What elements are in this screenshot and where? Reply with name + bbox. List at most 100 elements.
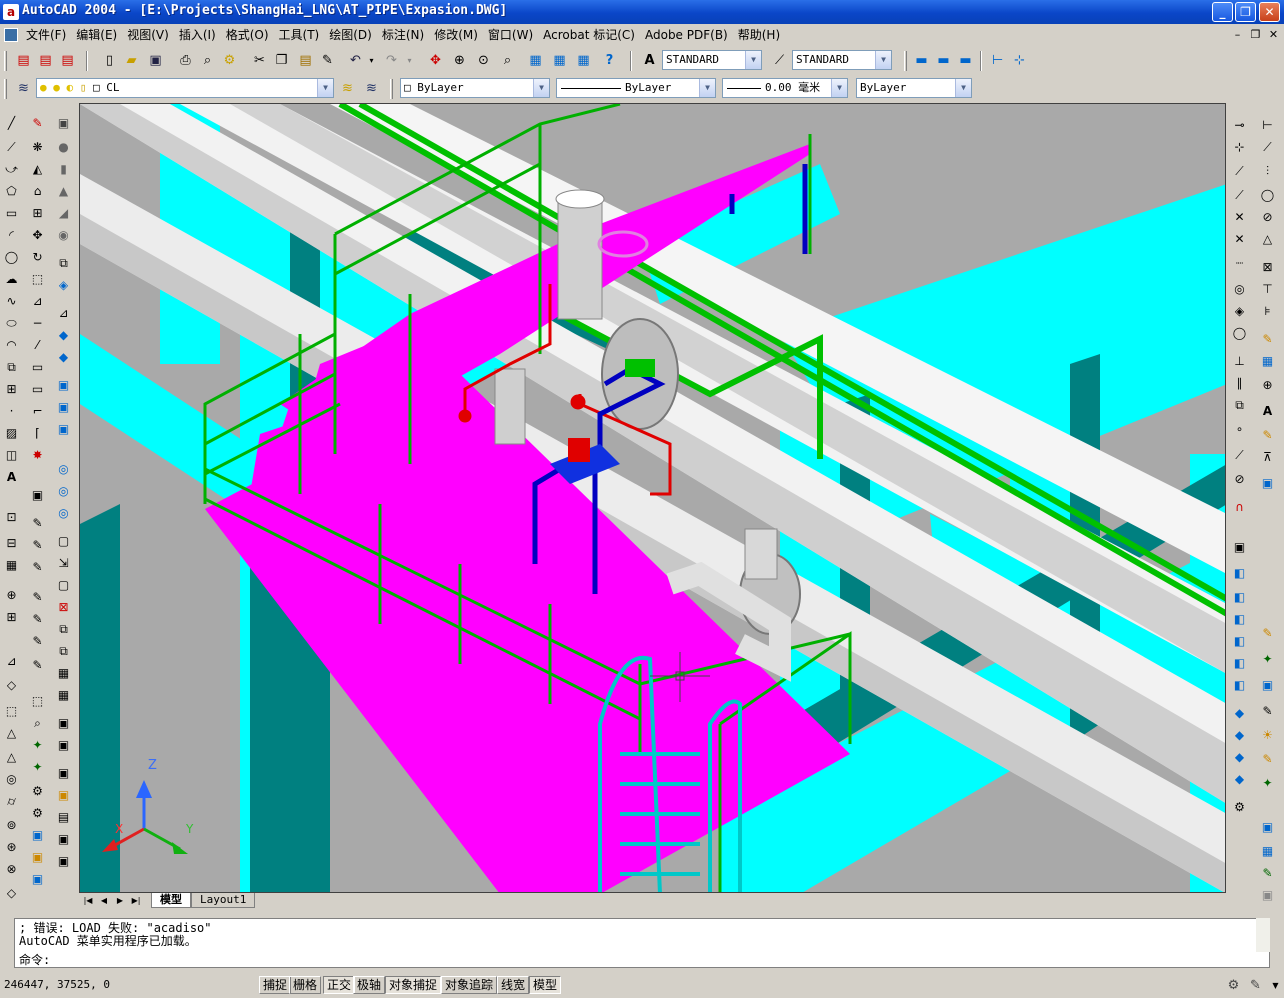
redo-icon[interactable]: ↷ (382, 51, 401, 70)
dim-linear-right-icon[interactable]: ⊢ (1258, 115, 1277, 134)
break-point-icon[interactable]: ▭ (28, 379, 47, 398)
tolerance-icon[interactable]: ▦ (1258, 351, 1277, 370)
dim-radius-icon[interactable]: ◯ (1258, 185, 1277, 204)
snap-toggle[interactable]: 捕捉 (259, 976, 292, 994)
document-icon[interactable] (4, 28, 18, 42)
interfere-icon[interactable]: ◇ (2, 883, 21, 902)
tab-model[interactable]: 模型 (151, 893, 191, 908)
plotstyle-combo[interactable]: ByLayer ▼ (856, 78, 972, 98)
view-nw-right-icon[interactable]: ◆ (1230, 769, 1249, 788)
background-icon[interactable]: ⚙ (28, 803, 47, 822)
menu-view[interactable]: 视图(V) (125, 27, 177, 43)
menu-draw[interactable]: 绘图(D) (327, 27, 380, 43)
text-style-combo[interactable]: STANDARD ▼ (662, 50, 762, 70)
dim-ordinate-icon[interactable]: ⫶ (1258, 161, 1277, 180)
ucs-icon[interactable]: ⊿ (2, 651, 21, 670)
explode-icon[interactable]: ✸ (28, 445, 47, 464)
osnap-perpendicular-icon[interactable]: ⊥ (1230, 351, 1249, 370)
chevron-down-icon[interactable]: ▼ (533, 79, 549, 97)
tab-layout1[interactable]: Layout1 (191, 893, 256, 908)
sphere-icon[interactable]: ● (54, 137, 73, 156)
new-file-icon[interactable]: ▯ (100, 51, 119, 70)
dim-continue-icon[interactable]: ⊧ (1258, 301, 1277, 320)
view-right-right-icon[interactable]: ◧ (1230, 631, 1249, 650)
edit-text-icon[interactable]: ✎ (28, 557, 47, 576)
title-bar[interactable]: a AutoCAD 2004 - [E:\Projects\ShangHai_L… (0, 0, 1284, 24)
extrude-icon[interactable]: ⊛ (2, 837, 21, 856)
wireframe-icon[interactable]: ▣ (54, 763, 73, 782)
linetype-combo[interactable]: ByLayer ▼ (556, 78, 716, 98)
print-icon[interactable]: ⎙ (176, 51, 195, 70)
chevron-down-icon[interactable]: ▼ (699, 79, 715, 97)
edit-attribute-icon[interactable]: ✎ (28, 609, 47, 628)
shade-icon[interactable]: ◈ (54, 275, 73, 294)
render-icon[interactable]: ✎ (28, 655, 47, 674)
dim-style-icon[interactable]: ⟋ (770, 51, 789, 70)
osnap-quadrant-icon[interactable]: ◈ (1230, 301, 1249, 320)
polar-toggle[interactable]: 极轴 (353, 976, 386, 994)
edit-spline-icon[interactable]: ✎ (28, 535, 47, 554)
render-prefs-icon[interactable]: ▣ (28, 869, 47, 888)
fillet-icon[interactable]: ⌈ (28, 423, 47, 442)
monitor-icon[interactable]: ▣ (1258, 817, 1277, 836)
menu-file[interactable]: 文件(F) (24, 27, 74, 43)
layer-manager-icon[interactable]: ≋ (14, 79, 33, 98)
maximize-button[interactable]: ❐ (1235, 2, 1256, 22)
match-properties-icon[interactable]: ✎ (318, 51, 337, 70)
revolve-icon[interactable]: ⊚ (2, 815, 21, 834)
view-top-icon[interactable]: ◎ (54, 459, 73, 478)
pdf-icon[interactable]: ▤ (14, 51, 33, 70)
first-tab-icon[interactable]: |◀ (81, 894, 95, 908)
flat-shaded-icon[interactable]: ▣ (54, 713, 73, 732)
cone-icon[interactable]: ▲ (54, 181, 73, 200)
center-mark-icon[interactable]: ⊕ (1258, 375, 1277, 394)
camera-right-icon[interactable]: ⚙ (1230, 797, 1249, 816)
properties-icon[interactable]: ▦ (526, 51, 545, 70)
chamfer-icon[interactable]: ⌐ (28, 401, 47, 420)
quick-leader-icon[interactable]: ✎ (1258, 329, 1277, 348)
chevron-down-icon[interactable]: ▼ (955, 79, 971, 97)
autocad-app-icon[interactable]: a (3, 4, 19, 20)
tools-right-icon[interactable]: ✎ (1258, 701, 1277, 720)
open-folder-icon[interactable]: ▰ (122, 51, 141, 70)
dim-aligned-icon[interactable]: ▬ (934, 51, 953, 70)
section-icon[interactable]: ⊿ (54, 303, 73, 322)
toolbar-grip[interactable] (904, 51, 907, 71)
plot-right-icon[interactable]: ▣ (1258, 885, 1277, 904)
command-prompt[interactable]: 命令: (19, 954, 50, 967)
circle-icon[interactable]: ◯ (2, 247, 21, 266)
trim-icon[interactable]: − (28, 313, 47, 332)
camera-icon[interactable]: ▦ (54, 685, 73, 704)
rotate-icon[interactable]: ↻ (28, 247, 47, 266)
cut-icon[interactable]: ✂ (250, 51, 269, 70)
osnap-apparent-icon[interactable]: ✕ (1230, 229, 1249, 248)
osnap-toggle[interactable]: 对象捕捉 (385, 976, 442, 994)
grid-toggle[interactable]: 栅格 (289, 976, 322, 994)
slice-icon[interactable]: ⊗ (2, 859, 21, 878)
erase-icon[interactable]: ✎ (28, 113, 47, 132)
view-top-right-icon[interactable]: ◧ (1230, 563, 1249, 582)
chart-icon[interactable]: ▦ (1258, 841, 1277, 860)
shell-icon[interactable]: ▣ (54, 419, 73, 438)
dim-aligned-right-icon[interactable]: ⟋ (1258, 137, 1277, 156)
layer-previous-icon[interactable]: ≋ (362, 79, 381, 98)
solid-cone-icon[interactable]: △ (2, 723, 21, 742)
torus-solid-icon[interactable]: ◉ (54, 225, 73, 244)
pdf-icon-2[interactable]: ▤ (36, 51, 55, 70)
line-icon[interactable]: ╱ (2, 113, 21, 132)
close-button[interactable]: ✕ (1259, 2, 1280, 22)
construction-line-icon[interactable]: ⟋ (2, 137, 21, 156)
gouraud-icon[interactable]: ▣ (54, 735, 73, 754)
tool-palettes-icon[interactable]: ▦ (574, 51, 593, 70)
torus-icon[interactable]: ◎ (2, 769, 21, 788)
zoom-realtime-icon[interactable]: ⊕ (450, 51, 469, 70)
copy-icon[interactable]: ❐ (272, 51, 291, 70)
view-left-right-icon[interactable]: ◧ (1230, 609, 1249, 628)
osnap-nearest-icon[interactable]: ⟋ (1230, 445, 1249, 464)
spline-icon[interactable]: ∿ (2, 291, 21, 310)
stretch-icon[interactable]: ⊿ (28, 291, 47, 310)
osnap-center-icon[interactable]: ◎ (1230, 279, 1249, 298)
list-icon[interactable]: ▦ (2, 555, 21, 574)
extend-icon[interactable]: ⁄ (28, 335, 47, 354)
print-preview-icon[interactable]: ⌕ (198, 51, 217, 70)
